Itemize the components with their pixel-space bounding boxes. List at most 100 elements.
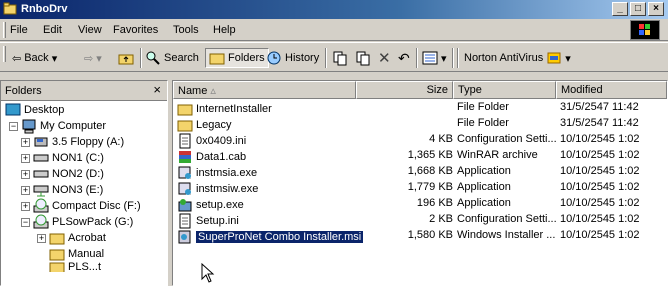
tree-item-desktop[interactable]: Desktop xyxy=(5,102,64,118)
expand-toggle[interactable]: + xyxy=(21,137,30,147)
file-size: 1,365 KB xyxy=(407,149,453,161)
delete-button[interactable]: ✕ xyxy=(378,48,391,68)
close-pane-icon[interactable]: × xyxy=(153,82,161,97)
chevron-down-icon: ▾ xyxy=(565,52,571,65)
menu-tools[interactable]: Tools xyxy=(173,24,199,36)
folders-icon xyxy=(209,53,225,65)
undo-button[interactable]: ↶ xyxy=(398,48,410,68)
tree-item-compact-disc[interactable]: + Compact Disc (F:) xyxy=(21,198,141,214)
norton-antivirus-button[interactable]: Norton AntiVirus ▾ xyxy=(464,48,571,68)
move-to-button[interactable] xyxy=(332,48,348,68)
views-button[interactable]: ▾ xyxy=(422,48,447,68)
menu-grip xyxy=(3,22,6,38)
history-icon xyxy=(267,51,281,65)
menu-edit[interactable]: Edit xyxy=(43,24,62,36)
file-modified: 10/10/2545 1:02 xyxy=(560,197,640,209)
tree-item-floppy[interactable]: + 3.5 Floppy (A:) xyxy=(21,134,124,150)
file-modified: 31/5/2547 11:42 xyxy=(560,101,639,113)
forward-button[interactable]: ⇨ ▾ xyxy=(84,48,102,68)
tree-item-acrobat[interactable]: + Acrobat xyxy=(37,230,106,246)
file-name: SuperProNet Combo Installer.msi xyxy=(196,231,364,243)
folders-pane-title: Folders xyxy=(5,85,42,97)
tree-item-non2[interactable]: + NON2 (D:) xyxy=(21,166,104,182)
tree-item-pls[interactable]: PLS...t xyxy=(49,262,101,272)
file-row[interactable]: Setup.ini 2 KB Configuration Setti... 10/10… xyxy=(173,212,667,229)
tree-label: PLSowPack (G:) xyxy=(52,216,134,228)
tree-label: NON2 (D:) xyxy=(52,168,104,180)
tree-item-manual[interactable]: Manual xyxy=(49,246,104,262)
close-button[interactable]: × xyxy=(648,2,664,16)
file-type: Application xyxy=(457,165,511,177)
menu-file[interactable]: File xyxy=(10,24,28,36)
file-name: instmsiw.exe xyxy=(196,183,259,195)
file-type: Configuration Setti... xyxy=(457,133,557,145)
file-name-cell: SuperProNet Combo Installer.msi xyxy=(177,229,364,245)
file-name: Data1.cab xyxy=(196,151,247,163)
folders-label: Folders xyxy=(228,52,265,64)
column-header-name[interactable]: Name ▵ xyxy=(173,81,356,99)
menu-help[interactable]: Help xyxy=(213,24,236,36)
toolbar-separator xyxy=(452,48,454,68)
tree-label: My Computer xyxy=(40,120,107,132)
tree-item-plsowpack[interactable]: − PLSowPack (G:) xyxy=(21,214,133,230)
file-name: setup.exe xyxy=(196,199,244,211)
file-row[interactable]: setup.exe 196 KB Application 10/10/2545 1:0… xyxy=(173,196,667,212)
cd-icon xyxy=(33,214,49,229)
file-modified: 10/10/2545 1:02 xyxy=(560,229,640,241)
file-name-cell: 0x0409.ini xyxy=(177,133,246,149)
copy-to-button[interactable] xyxy=(355,48,371,68)
file-size: 196 KB xyxy=(416,197,453,209)
tree-item-my-computer[interactable]: − My Computer xyxy=(9,118,106,134)
file-name-cell: InternetInstaller xyxy=(177,101,272,117)
column-header-type[interactable]: Type xyxy=(453,81,556,99)
file-size: 1,668 KB xyxy=(407,165,453,177)
file-row[interactable]: InternetInstaller File Folder 31/5/2547 11… xyxy=(173,100,667,116)
search-button[interactable]: Search xyxy=(145,48,199,68)
column-size-label: Size xyxy=(426,84,448,96)
maximize-button[interactable]: □ xyxy=(630,2,646,16)
file-row[interactable]: instmsia.exe 1,668 KB Application 10/10/254… xyxy=(173,164,667,180)
collapse-toggle[interactable]: − xyxy=(9,121,18,131)
file-row[interactable]: Legacy File Folder 31/5/2547 11:42 xyxy=(173,116,667,132)
expand-toggle[interactable]: + xyxy=(21,153,30,163)
toolbar-separator xyxy=(416,48,418,68)
norton-label: Norton AntiVirus xyxy=(464,52,544,64)
file-name-cell: instmsia.exe xyxy=(177,165,257,181)
menu-view[interactable]: View xyxy=(78,24,102,36)
expand-toggle[interactable]: + xyxy=(37,233,46,243)
expand-toggle[interactable]: + xyxy=(21,201,30,211)
column-name-label: Name xyxy=(178,85,208,97)
drive-icon xyxy=(33,154,49,162)
tree-item-non3[interactable]: + NON3 (E:) xyxy=(21,182,103,198)
file-name-cell: Setup.ini xyxy=(177,213,239,229)
history-button[interactable]: History xyxy=(266,48,319,68)
file-type: Application xyxy=(457,181,511,193)
back-arrow-icon: ⇦ xyxy=(12,52,22,65)
back-button[interactable]: ⇦ Back ▾ xyxy=(12,48,57,68)
expand-toggle[interactable]: + xyxy=(21,185,30,195)
column-header-size[interactable]: Size xyxy=(356,81,453,99)
folder-window-icon xyxy=(3,2,17,15)
file-name-cell: Legacy xyxy=(177,117,231,133)
file-size: 1,580 KB xyxy=(407,229,453,241)
menu-favorites[interactable]: Favorites xyxy=(113,24,158,36)
file-row[interactable]: instmsiw.exe 1,779 KB Application 10/10/254… xyxy=(173,180,667,196)
minimize-button[interactable]: _ xyxy=(612,2,628,16)
folder-icon xyxy=(49,233,65,245)
file-name: instmsia.exe xyxy=(196,167,258,179)
folder-icon xyxy=(177,120,193,132)
floppy-icon xyxy=(34,137,48,147)
file-modified: 10/10/2545 1:02 xyxy=(560,213,640,225)
folders-button[interactable]: Folders xyxy=(205,48,269,68)
back-label: Back xyxy=(24,52,49,64)
file-row[interactable]: Data1.cab 1,365 KB WinRAR archive 10/10/254… xyxy=(173,148,667,164)
file-row[interactable]: 0x0409.ini 4 KB Configuration Setti... 10/1… xyxy=(173,132,667,149)
tree-item-non1[interactable]: + NON1 (C:) xyxy=(21,150,104,166)
up-folder-button[interactable] xyxy=(118,48,134,68)
file-row[interactable]: SuperProNet Combo Installer.msi 1,580 KB W… xyxy=(173,228,667,244)
column-type-label: Type xyxy=(458,84,482,96)
collapse-toggle[interactable]: − xyxy=(21,217,30,227)
column-header-modified[interactable]: Modified xyxy=(556,81,667,99)
expand-toggle[interactable]: + xyxy=(21,169,30,179)
tree-label: Compact Disc (F:) xyxy=(52,200,141,212)
